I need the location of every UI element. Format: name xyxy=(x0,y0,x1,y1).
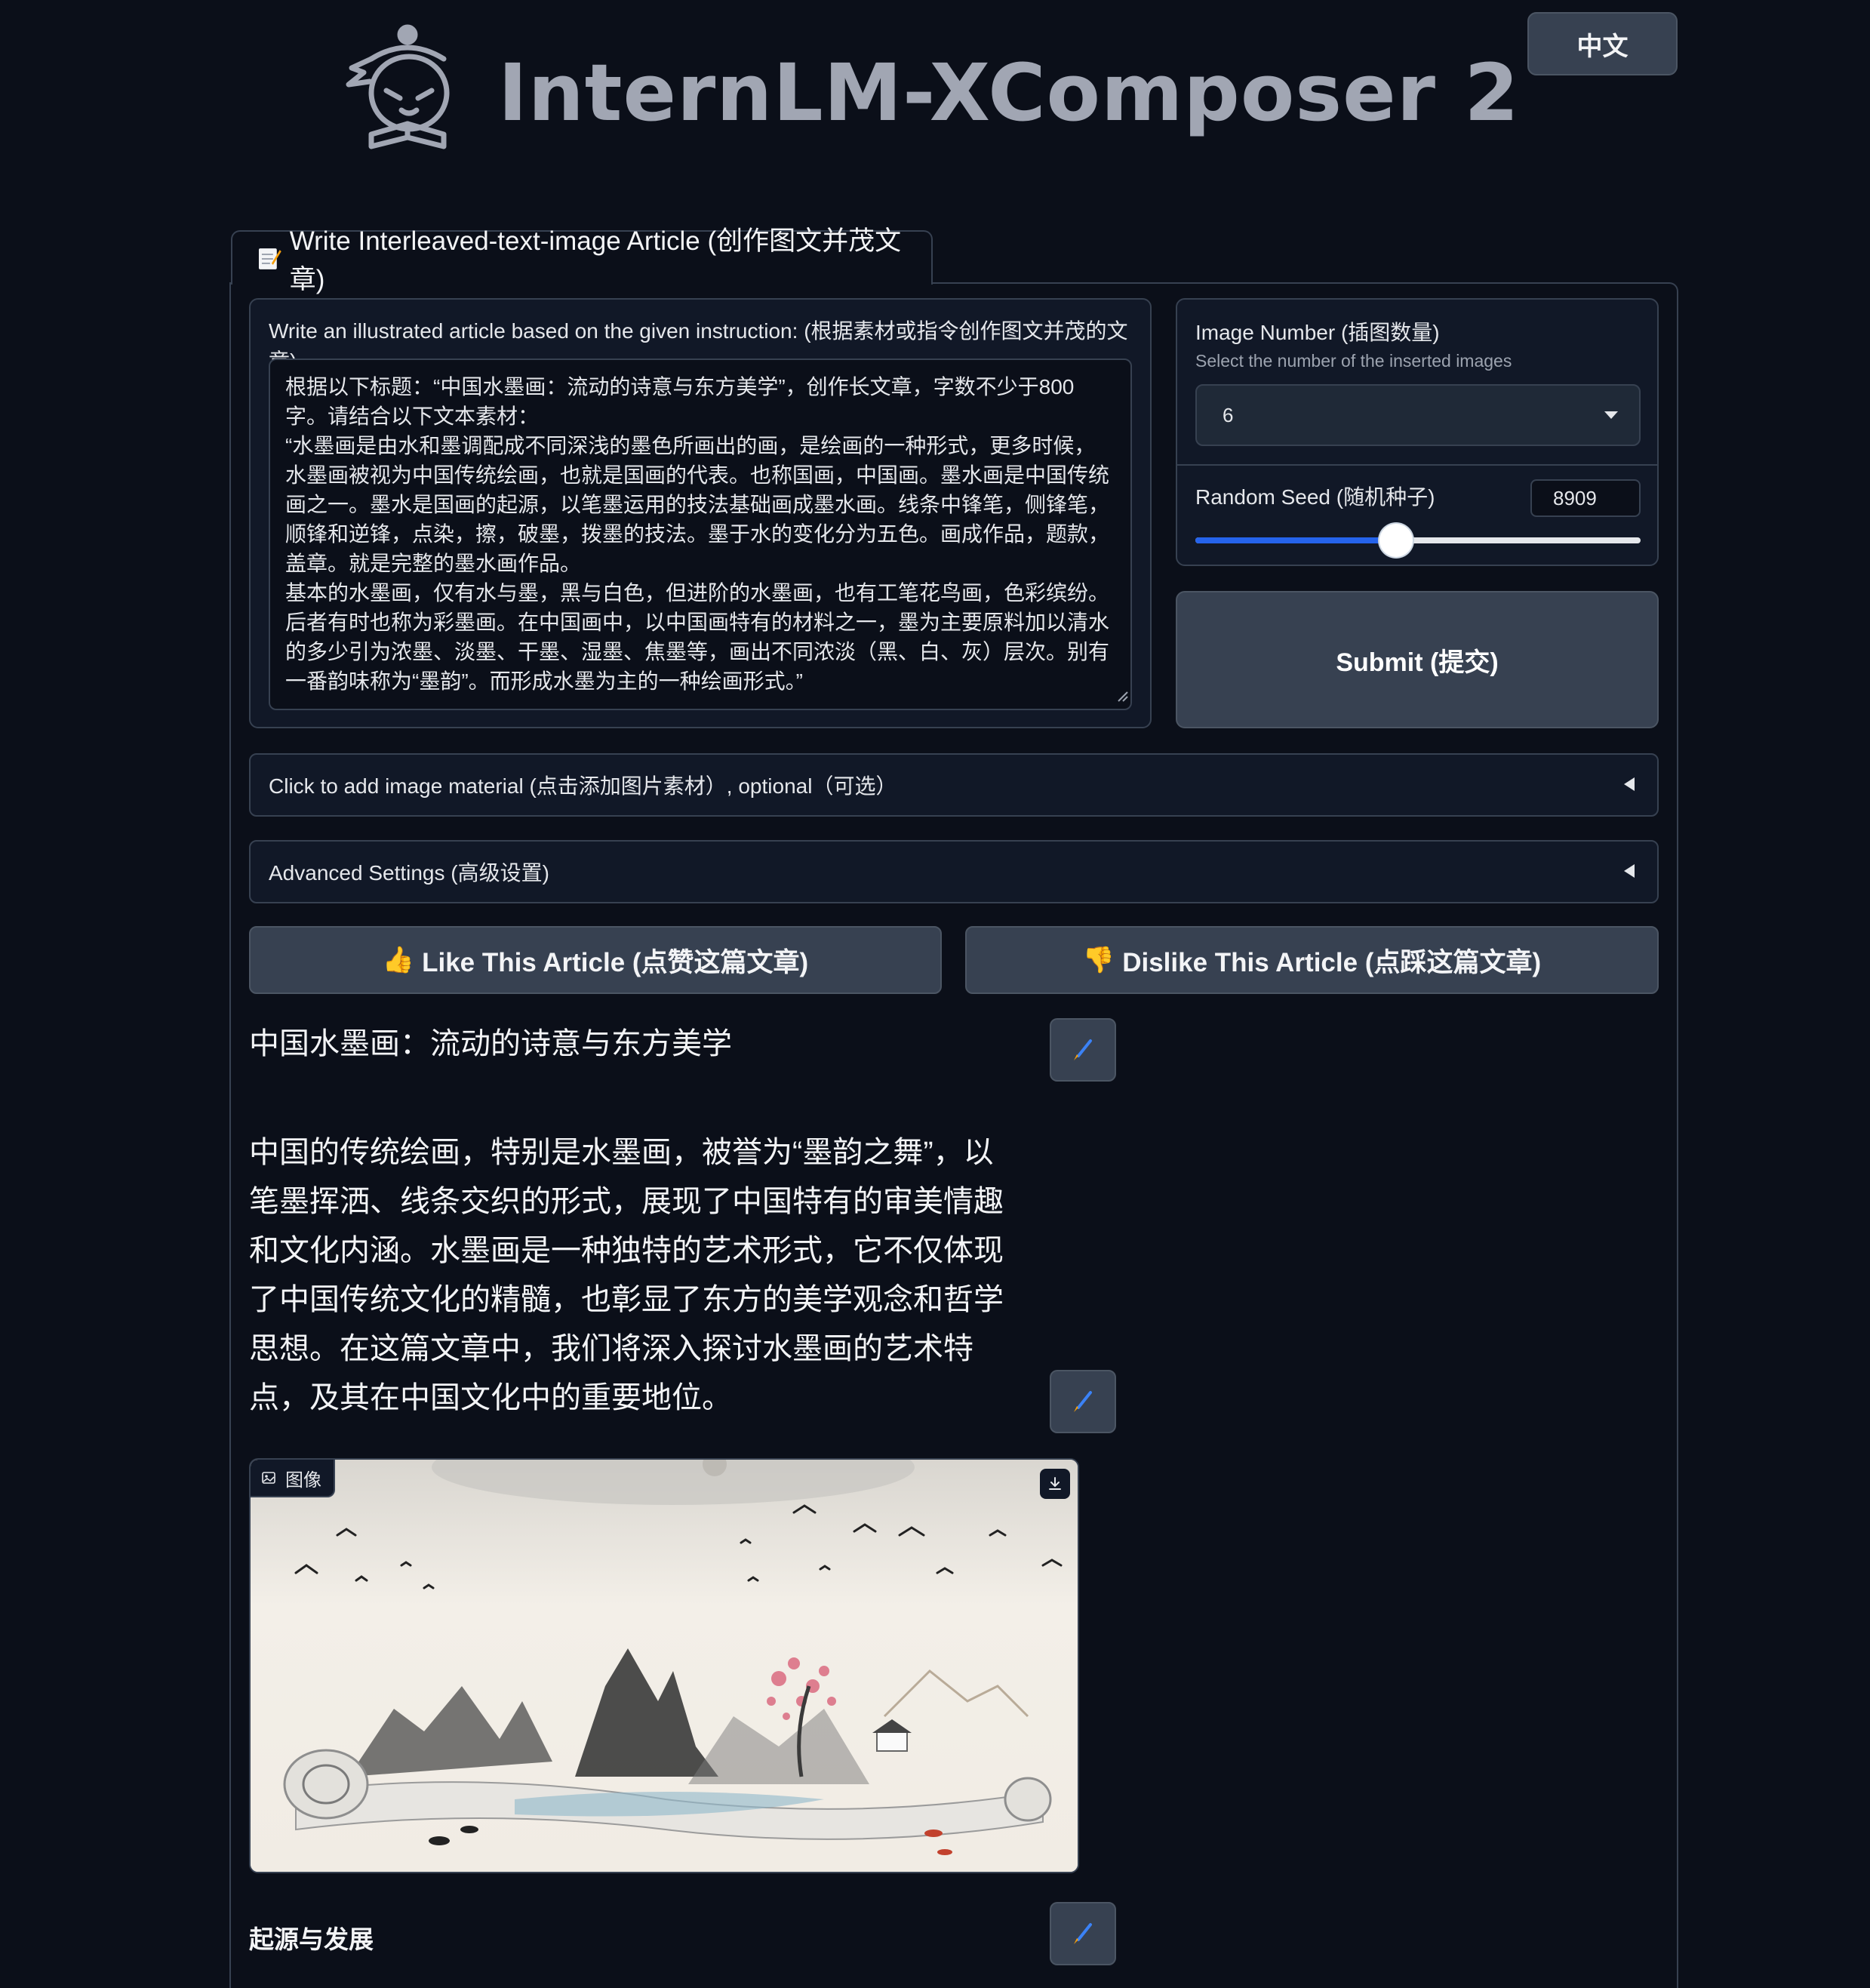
accordion-label: Click to add image material (点击添加图片素材）, … xyxy=(269,774,897,798)
advanced-settings-accordion[interactable]: Advanced Settings (高级设置) xyxy=(249,840,1659,903)
image-number-value: 6 xyxy=(1223,403,1234,426)
random-seed-label: Random Seed (随机种子) xyxy=(1195,485,1435,509)
image-number-label: Image Number (插图数量) xyxy=(1195,321,1440,344)
image-label-badge: 图像 xyxy=(251,1460,335,1497)
like-label: Like This Article (点赞这篇文章) xyxy=(422,947,809,977)
brush-icon xyxy=(1074,1923,1092,1944)
chevron-down-icon xyxy=(1604,411,1618,419)
dislike-label: Dislike This Article (点踩这篇文章) xyxy=(1122,947,1542,977)
settings-block: Image Number (插图数量) Select the number of… xyxy=(1176,298,1659,566)
image-label-text: 图像 xyxy=(285,1469,321,1491)
submit-button[interactable]: Submit (提交) xyxy=(1176,591,1659,728)
random-seed-input[interactable]: 8909 xyxy=(1530,479,1641,517)
image-icon xyxy=(262,1472,275,1484)
accordion-label: Advanced Settings (高级设置) xyxy=(269,861,549,885)
image-number-dropdown[interactable]: 6 xyxy=(1195,384,1641,446)
logo-icon xyxy=(346,24,450,149)
random-seed-slider[interactable] xyxy=(1195,524,1641,557)
slider-fill xyxy=(1195,537,1396,543)
resize-handle-icon[interactable] xyxy=(1115,689,1129,703)
section-title: 起源与发展 xyxy=(249,1925,374,1953)
dislike-button[interactable]: 👎 Dislike This Article (点踩这篇文章) xyxy=(965,926,1659,994)
ink-painting-image xyxy=(251,1460,1078,1872)
language-toggle-button[interactable]: 中文 xyxy=(1527,12,1678,75)
brush-icon xyxy=(1074,1391,1092,1412)
app-title: InternLM-XComposer 2 xyxy=(498,47,1520,139)
download-button[interactable] xyxy=(1040,1469,1070,1499)
caret-left-icon xyxy=(1624,777,1635,791)
thumbs-down-icon: 👎 xyxy=(1082,946,1115,974)
instruction-block: Write an illustrated article based on th… xyxy=(249,298,1152,728)
thumbs-up-icon: 👍 xyxy=(382,946,415,974)
image-material-accordion[interactable]: Click to add image material (点击添加图片素材）, … xyxy=(249,753,1659,817)
caret-left-icon xyxy=(1624,864,1635,878)
memo-icon xyxy=(258,248,281,269)
edit-section-button[interactable] xyxy=(1050,1902,1116,1965)
like-button[interactable]: 👍 Like This Article (点赞这篇文章) xyxy=(249,926,942,994)
instruction-textarea[interactable]: 根据以下标题：“中国水墨画：流动的诗意与东方美学”，创作长文章，字数不少于800… xyxy=(269,359,1132,710)
article-image: 图像 xyxy=(249,1458,1079,1873)
edit-title-button[interactable] xyxy=(1050,1018,1116,1082)
divider xyxy=(1177,464,1657,466)
slider-thumb[interactable] xyxy=(1379,524,1413,557)
article-title: 中国水墨画：流动的诗意与东方美学 xyxy=(249,1027,732,1060)
tab-label: Write Interleaved-text-image Article (创作… xyxy=(289,226,902,294)
edit-paragraph-button[interactable] xyxy=(1050,1370,1116,1433)
tab-write-article[interactable]: Write Interleaved-text-image Article (创作… xyxy=(231,226,933,294)
article-paragraph: 中国的传统绘画，特别是水墨画，被誉为“墨韵之舞”，以笔墨挥洒、线条交织的形式，展… xyxy=(249,1136,1004,1414)
image-number-info: Select the number of the inserted images xyxy=(1195,351,1512,371)
brush-icon xyxy=(1074,1039,1092,1060)
download-icon xyxy=(1049,1477,1061,1490)
